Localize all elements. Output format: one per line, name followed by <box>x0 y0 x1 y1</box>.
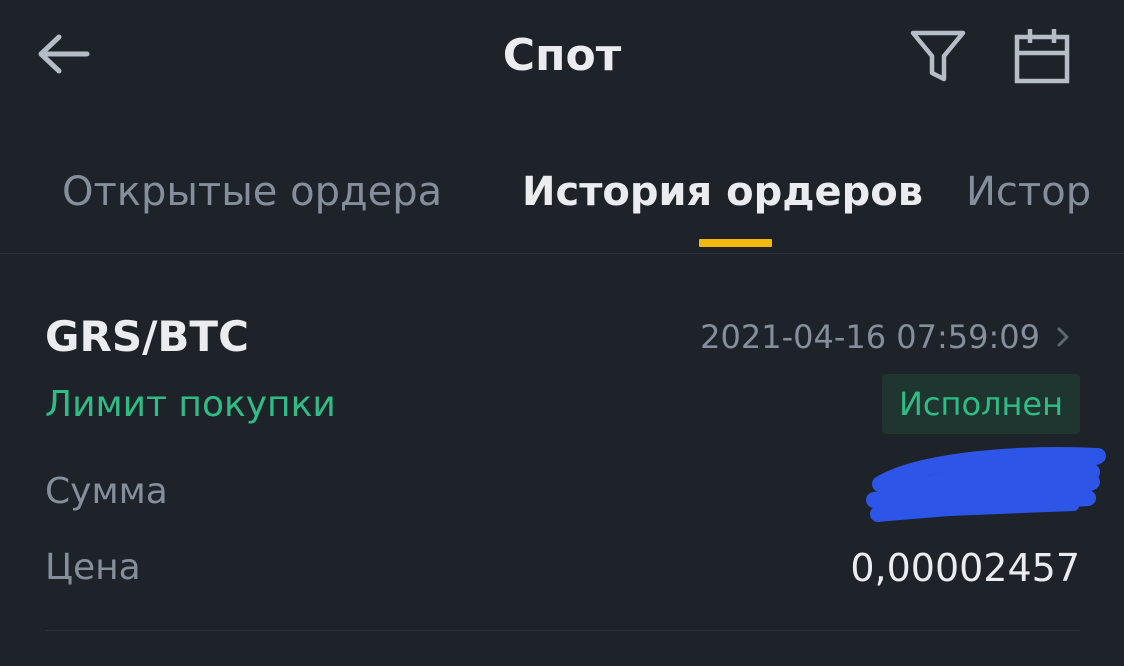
active-tab-indicator <box>699 239 772 247</box>
top-bar: Спот <box>0 0 1124 115</box>
sum-label: Сумма <box>45 471 168 512</box>
tab-order-history[interactable]: История ордеров <box>522 164 923 220</box>
tab-trade-history[interactable]: История сделок <box>966 164 1090 220</box>
sum-value-redaction <box>860 442 1110 532</box>
filter-button[interactable] <box>904 24 972 88</box>
order-side: Лимит покупки <box>45 384 336 425</box>
price-label: Цена <box>45 547 141 588</box>
chevron-right-icon <box>1056 326 1070 348</box>
price-value: 0,00002457 <box>850 546 1080 590</box>
calendar-icon <box>1014 29 1070 84</box>
status-badge: Исполнен <box>882 374 1080 434</box>
order-tabs: Открытые ордера История ордеров История … <box>0 140 1090 253</box>
order-details-link[interactable]: 2021-04-16 07:59:09 <box>700 316 1070 358</box>
order-time: 2021-04-16 07:59:09 <box>700 318 1040 356</box>
filter-icon <box>910 30 966 82</box>
calendar-button[interactable] <box>1008 24 1076 88</box>
trading-pair: GRS/BTC <box>45 312 249 361</box>
order-card[interactable]: GRS/BTC 2021-04-16 07:59:09 Лимит покупк… <box>0 254 1124 666</box>
tab-open-orders[interactable]: Открытые ордера <box>62 164 442 220</box>
card-divider <box>45 630 1080 631</box>
